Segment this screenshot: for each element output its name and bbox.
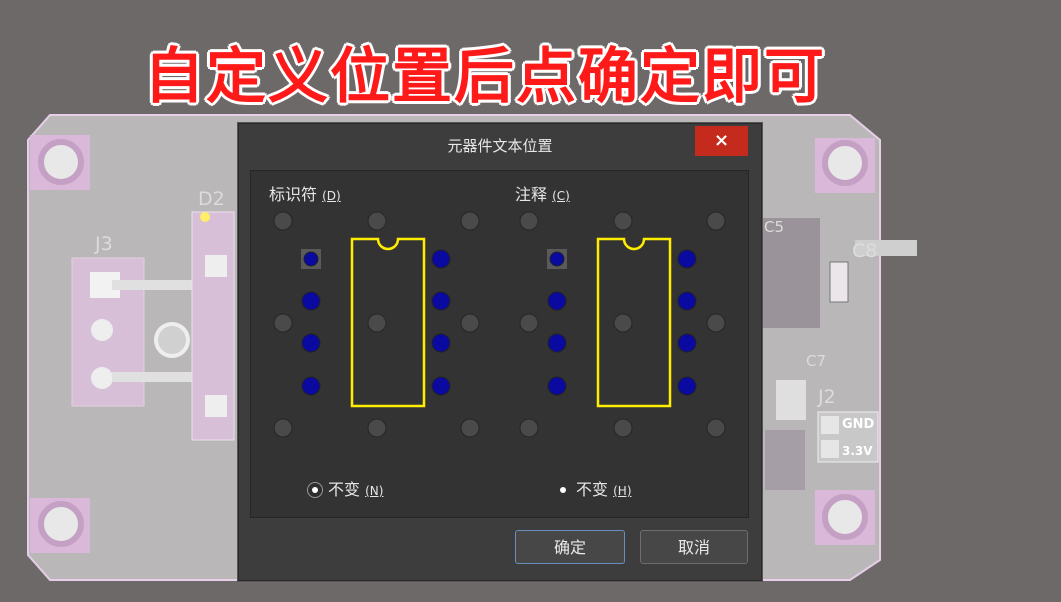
- pcb-label-j2: J2: [817, 386, 836, 408]
- pcb-label-c7: C7: [806, 352, 826, 370]
- comment-unchanged-hotkey: (H): [613, 484, 632, 498]
- designator-pos-middle-right[interactable]: [460, 313, 480, 333]
- comment-pos-bottom-center[interactable]: [613, 418, 633, 438]
- radio-selected-icon: [307, 482, 323, 498]
- comment-pos-bottom-left[interactable]: [519, 418, 539, 438]
- comment-position-grid: [519, 211, 726, 438]
- designator-pos-top-right[interactable]: [460, 211, 480, 231]
- radio-selected-icon: [555, 482, 571, 498]
- comment-pos-middle-right[interactable]: [706, 313, 726, 333]
- comment-unchanged-radio[interactable]: 不变 (H): [555, 476, 632, 500]
- designator-pos-bottom-left[interactable]: [273, 418, 293, 438]
- pcb-label-c5: C5: [764, 218, 784, 236]
- designator-unchanged-hotkey: (N): [365, 484, 384, 498]
- pcb-label-j3: J3: [94, 233, 113, 255]
- dialog-title: 元器件文本位置: [447, 137, 553, 155]
- designator-unchanged-radio[interactable]: 不变 (N): [307, 476, 383, 500]
- pcb-label-c8: C8: [852, 240, 877, 262]
- designator-pos-bottom-center[interactable]: [367, 418, 387, 438]
- comment-pos-bottom-right[interactable]: [706, 418, 726, 438]
- designator-pos-bottom-right[interactable]: [460, 418, 480, 438]
- designator-pos-top-center[interactable]: [367, 211, 387, 231]
- comment-hotkey: (C): [552, 189, 570, 203]
- designator-position-grid: [273, 211, 480, 438]
- pcb-label-d2: D2: [198, 188, 225, 210]
- dialog-body: 标识符 (D) 注释 (C) 不变 (N) 不变 (H): [250, 170, 749, 518]
- designator-label: 标识符: [269, 185, 318, 204]
- mounting-hole-tr: [815, 138, 875, 193]
- comment-pos-top-right[interactable]: [706, 211, 726, 231]
- pcb-label-gnd: GND: [842, 417, 875, 432]
- cancel-button[interactable]: 取消: [640, 530, 748, 564]
- designator-pos-center[interactable]: [367, 313, 387, 333]
- close-button[interactable]: ×: [695, 126, 748, 156]
- diode-d2: [191, 211, 235, 441]
- designator-group-label: 标识符 (D): [269, 181, 341, 205]
- mounting-hole-bl: [30, 498, 90, 553]
- comment-pos-top-left[interactable]: [519, 211, 539, 231]
- ok-button[interactable]: 确定: [515, 530, 625, 564]
- comment-pos-middle-left[interactable]: [519, 313, 539, 333]
- comment-pos-center[interactable]: [613, 313, 633, 333]
- comment-pos-top-center[interactable]: [613, 211, 633, 231]
- designator-pos-top-left[interactable]: [273, 211, 293, 231]
- comment-label: 注释: [515, 185, 548, 204]
- pcb-label-3v3: 3.3V: [842, 444, 873, 458]
- component-text-position-dialog: 元器件文本位置 × 标识符 (D) 注释 (C) 不变 (N) 不变 (H) 确…: [238, 123, 762, 581]
- designator-unchanged-label: 不变: [328, 480, 361, 499]
- comment-unchanged-label: 不变: [576, 480, 609, 499]
- designator-hotkey: (D): [322, 189, 341, 203]
- mounting-hole-br: [815, 490, 875, 545]
- comment-group-label: 注释 (C): [515, 181, 570, 205]
- instruction-banner: 自定义位置后点确定即可: [144, 42, 826, 112]
- mounting-hole-tl: [30, 135, 90, 190]
- designator-pos-middle-left[interactable]: [273, 313, 293, 333]
